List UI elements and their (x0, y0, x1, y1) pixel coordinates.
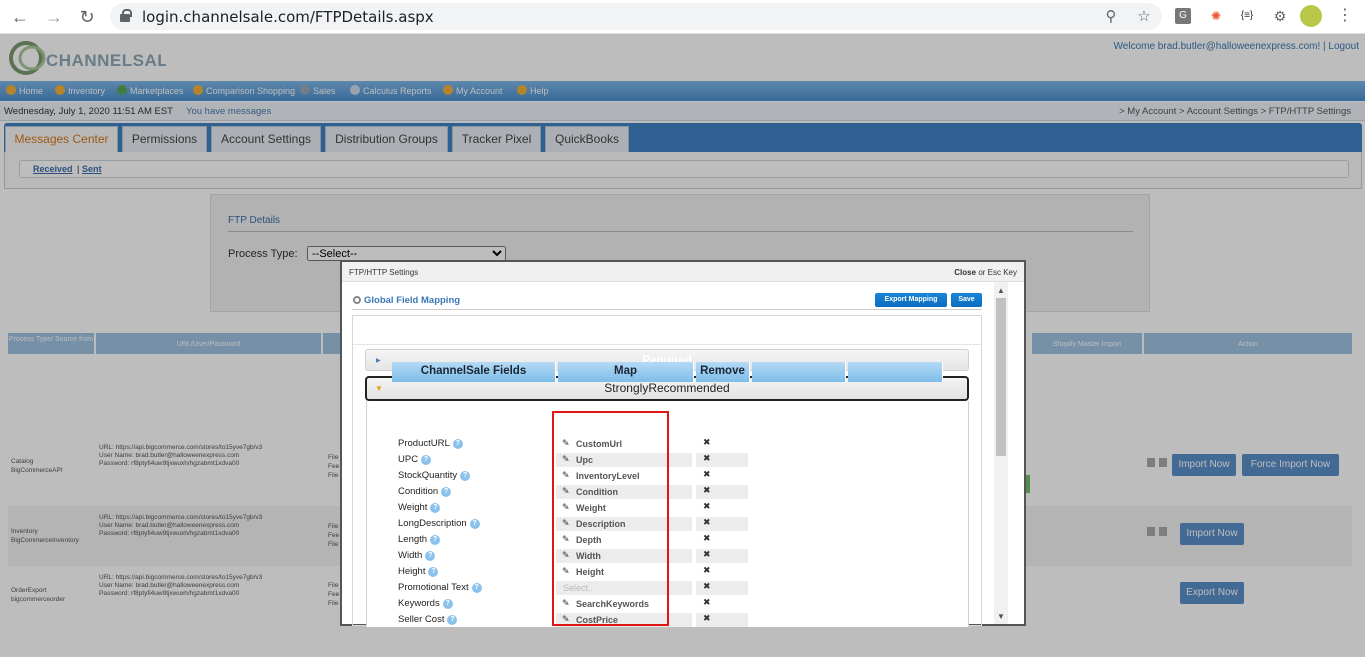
field-name: Promotional Text (398, 582, 469, 593)
field-label: Height? (398, 566, 439, 577)
header-empty (848, 362, 943, 382)
scroll-down-icon[interactable]: ▼ (997, 612, 1005, 621)
help-icon[interactable]: ? (460, 471, 471, 481)
header-remove: Remove (696, 362, 750, 382)
back-icon[interactable]: ← (8, 5, 32, 29)
address-bar[interactable]: login.channelsale.com/FTPDetails.aspx ⚲ … (110, 3, 1162, 30)
field-name: Seller Cost (398, 614, 445, 625)
save-button[interactable]: Save (951, 293, 982, 307)
modal-scrollbar[interactable]: ▲ ▼ (994, 282, 1008, 624)
field-label: Width? (398, 550, 436, 561)
header-empty (752, 362, 846, 382)
blank-strip (353, 331, 981, 345)
export-mapping-button[interactable]: Export Mapping (875, 293, 947, 307)
field-name: StockQuantity (398, 470, 458, 481)
browser-toolbar: ← → ↻ login.channelsale.com/FTPDetails.a… (0, 0, 1365, 34)
remove-icon[interactable]: ✖ (696, 501, 748, 515)
remove-icon[interactable]: ✖ (696, 533, 748, 547)
field-label: StockQuantity? (398, 470, 471, 481)
field-label: Seller Cost? (398, 614, 458, 625)
more-menu-icon[interactable]: ⋮ (1335, 6, 1355, 26)
remove-icon[interactable]: ✖ (696, 453, 748, 467)
scroll-thumb[interactable] (996, 298, 1006, 456)
field-name: Condition (398, 486, 439, 497)
field-name: Length (398, 534, 428, 545)
field-label: Condition? (398, 486, 452, 497)
remove-icon[interactable]: ✖ (696, 549, 748, 563)
close-button[interactable]: Close (954, 268, 976, 277)
field-name: Keywords (398, 598, 440, 609)
help-icon[interactable]: ? (430, 503, 441, 513)
help-icon[interactable]: ? (421, 455, 432, 465)
field-label: Keywords? (398, 598, 453, 609)
field-name: Height (398, 566, 426, 577)
help-icon[interactable]: ? (447, 615, 458, 625)
expand-arrow-icon: ▶ (376, 358, 381, 364)
forward-icon[interactable]: → (42, 5, 66, 29)
remove-icon[interactable]: ✖ (696, 565, 748, 579)
zoom-icon[interactable]: ⚲ (1100, 6, 1122, 28)
field-label: ProductURL? (398, 438, 463, 449)
scroll-up-icon[interactable]: ▲ (997, 286, 1005, 295)
reload-icon[interactable]: ↻ (75, 5, 99, 29)
help-icon[interactable]: ? (425, 551, 436, 561)
help-icon[interactable]: ? (452, 439, 463, 449)
lock-icon (120, 9, 132, 22)
wrench-icon (353, 296, 361, 304)
extension-icon[interactable]: ✺ (1206, 6, 1226, 26)
help-icon[interactable]: ? (442, 599, 453, 609)
help-icon[interactable]: ? (428, 567, 439, 577)
remove-icon[interactable]: ✖ (696, 517, 748, 531)
field-label: Length? (398, 534, 441, 545)
field-label: Promotional Text? (398, 582, 482, 593)
grammarly-extension-icon[interactable]: G (1175, 8, 1191, 24)
header-map: Map (558, 362, 694, 382)
help-icon[interactable]: ? (441, 487, 452, 497)
close-hint: or Esc Key (978, 268, 1017, 277)
remove-icon[interactable]: ✖ (696, 485, 748, 499)
json-extension-icon[interactable]: {≡} (1237, 6, 1257, 26)
field-label: LongDescription? (398, 518, 480, 529)
url-text[interactable]: login.channelsale.com/FTPDetails.aspx (142, 8, 434, 26)
field-name: Weight (398, 502, 428, 513)
puzzle-extensions-icon[interactable]: ⚙ (1270, 6, 1290, 26)
collapse-arrow-icon: ▼ (375, 384, 383, 393)
header-channelsale-fields: ChannelSale Fields (392, 362, 556, 382)
modal-header: FTP/HTTP Settings Close or Esc Key (342, 262, 1024, 282)
global-field-mapping-heading: Global Field Mapping (353, 295, 460, 306)
remove-icon[interactable]: ✖ (696, 581, 748, 595)
help-icon[interactable]: ? (469, 519, 480, 529)
bookmark-star-icon[interactable]: ☆ (1133, 6, 1155, 28)
field-name: Width (398, 550, 423, 561)
ftp-settings-modal: FTP/HTTP Settings Close or Esc Key Globa… (340, 260, 1026, 627)
remove-icon[interactable]: ✖ (696, 469, 748, 483)
divider (352, 309, 982, 310)
field-name: UPC (398, 454, 419, 465)
profile-avatar-icon[interactable] (1300, 5, 1322, 27)
remove-icon[interactable]: ✖ (696, 597, 748, 611)
remove-icon[interactable]: ✖ (696, 613, 748, 627)
field-name: LongDescription (398, 518, 467, 529)
field-name: ProductURL (398, 438, 450, 449)
help-icon[interactable]: ? (471, 583, 482, 593)
field-label: UPC? (398, 454, 432, 465)
modal-close[interactable]: Close or Esc Key (954, 268, 1017, 277)
help-icon[interactable]: ? (430, 535, 441, 545)
highlight-box (552, 411, 669, 626)
modal-title: FTP/HTTP Settings (349, 268, 419, 277)
remove-icon[interactable]: ✖ (696, 437, 748, 451)
field-label: Weight? (398, 502, 441, 513)
